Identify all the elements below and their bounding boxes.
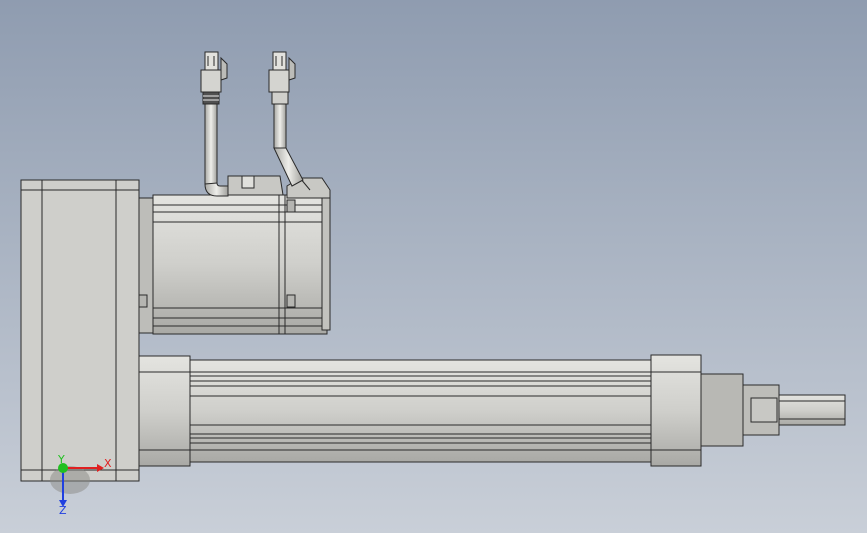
z-axis-label: Z (59, 504, 67, 517)
actuator-model[interactable]: X Y Z (0, 0, 867, 533)
y-axis-label: Y (57, 453, 65, 466)
drive-housing[interactable] (20, 179, 140, 482)
encoder-cable[interactable] (202, 91, 229, 197)
power-cable[interactable] (271, 91, 304, 187)
x-axis-label: X (104, 457, 112, 470)
actuator-front-cap[interactable] (650, 354, 780, 467)
actuator-rear-cap[interactable] (138, 355, 191, 467)
connector-plug-icon[interactable] (200, 51, 228, 93)
cad-viewport[interactable]: X Y Z (0, 0, 867, 533)
actuator-barrel[interactable] (189, 359, 652, 463)
servo-motor[interactable] (138, 175, 331, 335)
piston-rod[interactable] (778, 394, 846, 426)
connector-plug-icon[interactable] (268, 51, 296, 93)
